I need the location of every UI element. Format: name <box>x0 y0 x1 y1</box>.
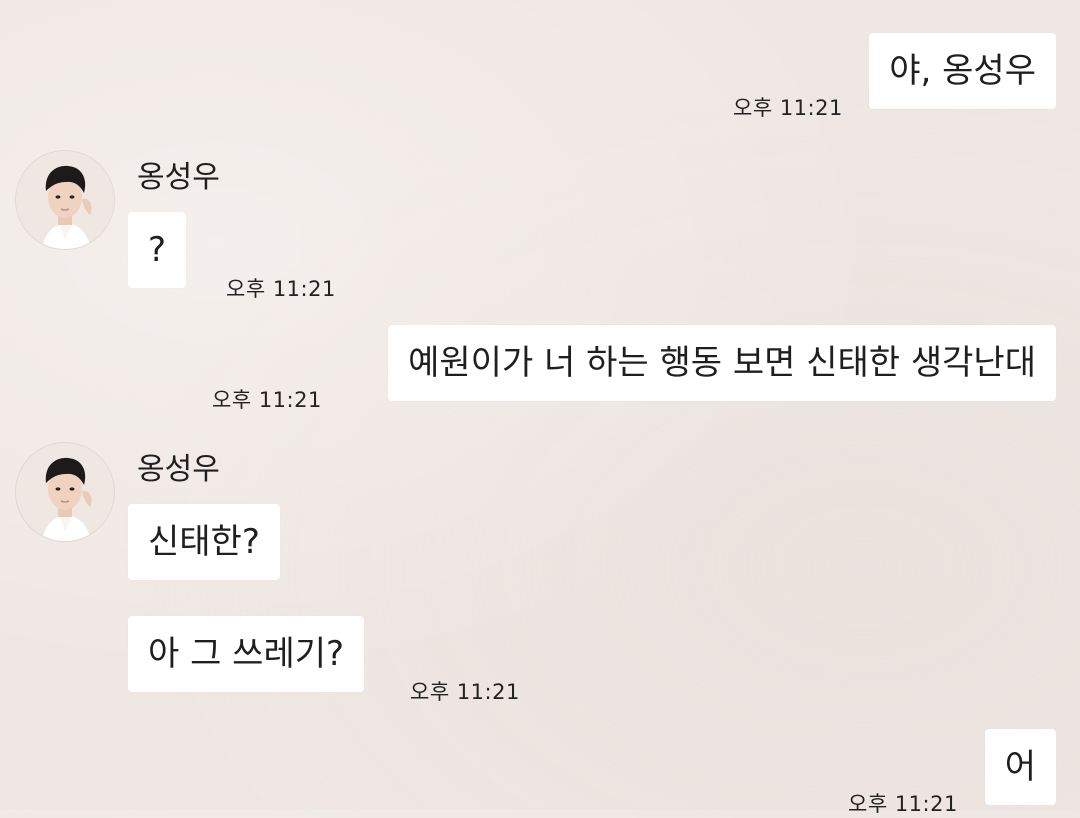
profile-avatar[interactable] <box>16 443 114 541</box>
message-bubble-outgoing[interactable]: 예원이가 너 하는 행동 보면 신태한 생각난대 <box>388 325 1056 401</box>
message-bubble-incoming[interactable]: ? <box>128 212 187 288</box>
sender-name: 옹성우 <box>137 160 220 195</box>
message-timestamp: 오후 11:21 <box>410 680 520 704</box>
message-timestamp: 오후 11:21 <box>733 96 843 120</box>
sender-name: 옹성우 <box>137 452 220 487</box>
message-bubble-incoming[interactable]: 아 그 쓰레기? <box>128 616 365 692</box>
avatar-portrait-icon <box>16 151 114 249</box>
message-bubble-outgoing[interactable]: 야, 옹성우 <box>869 33 1056 109</box>
message-timestamp: 오후 11:21 <box>212 388 322 412</box>
profile-avatar[interactable] <box>16 151 114 249</box>
message-bubble-outgoing[interactable]: 어 <box>984 729 1056 805</box>
message-bubble-incoming[interactable]: 신태한? <box>128 504 280 580</box>
message-timestamp: 오후 11:21 <box>848 792 958 816</box>
message-timestamp: 오후 11:21 <box>226 277 336 301</box>
avatar-portrait-icon <box>16 443 114 541</box>
